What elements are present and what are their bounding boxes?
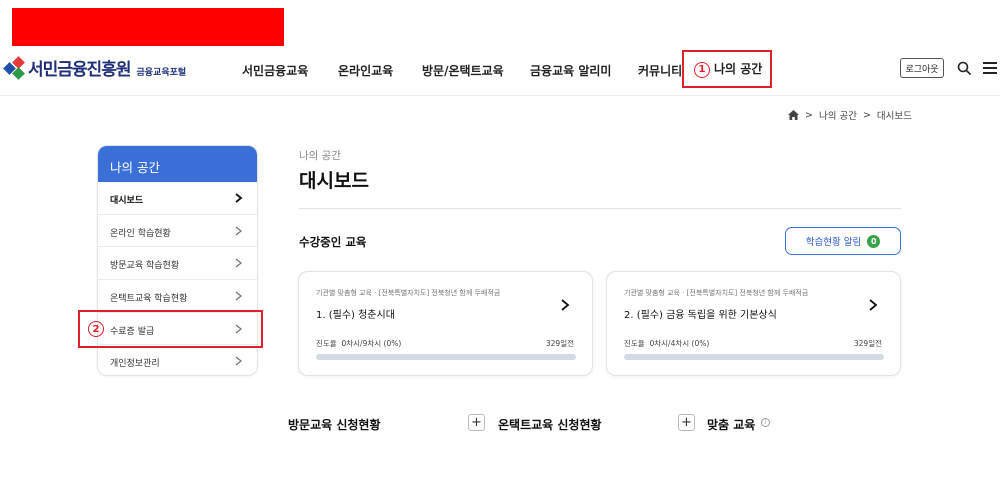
- plus-icon[interactable]: +: [468, 414, 485, 431]
- days-left: 329일전: [545, 339, 574, 348]
- breadcrumb-item-dashboard: 대시보드: [876, 111, 912, 122]
- progress-text: 0차시/4차시 (0%): [649, 339, 710, 348]
- chevron-right-icon: [235, 258, 243, 268]
- nav-item-visit-ontact-education[interactable]: 방문/온택트교육: [422, 62, 504, 79]
- sidebar-item-label: 온택트교육 학습현황: [110, 294, 188, 305]
- site-logo[interactable]: 서민금융진흥원 금융교육포털: [3, 54, 187, 80]
- logout-button[interactable]: 로그아웃: [900, 58, 944, 78]
- sidebar-item-visit-learning[interactable]: 방문교육 학습현황: [98, 247, 257, 281]
- info-icon[interactable]: i: [761, 418, 770, 427]
- progress-label: 진도율 0차시/9차시 (0%): [316, 339, 402, 348]
- hamburger-menu-icon[interactable]: [983, 62, 997, 74]
- sidebar-item-label: 방문교육 학습현황: [110, 261, 180, 272]
- course-card[interactable]: 기관별 맞춤형 교육 · [전북특별자치도] 전북청년 함께 두배적금 1. (…: [298, 271, 593, 376]
- page-subtitle: 나의 공간: [299, 150, 341, 162]
- chevron-right-icon: [235, 226, 243, 236]
- nav-item-education-notice[interactable]: 금융교육 알리미: [530, 62, 611, 79]
- custom-education-title: 맞춤 교육: [707, 418, 756, 432]
- chevron-right-icon[interactable]: [560, 299, 570, 311]
- nav-item-online-education[interactable]: 온라인교육: [338, 62, 393, 79]
- sidebar-item-label: 대시보드: [110, 196, 144, 206]
- course-card[interactable]: 기관별 맞춤형 교육 · [전북특별자치도] 전북청년 함께 두배적금 2. (…: [606, 271, 901, 376]
- chevron-right-icon: [235, 291, 243, 301]
- section-title-current-courses: 수강중인 교육: [299, 235, 367, 249]
- progress-label: 진도율 0차시/4차시 (0%): [624, 339, 710, 348]
- annotation-marker-2: 2: [88, 321, 104, 337]
- logo-mark-icon: [3, 56, 26, 80]
- alert-count-badge: 0: [867, 234, 881, 248]
- search-icon[interactable]: [957, 61, 971, 75]
- ontact-education-status-title: 온택트교육 신청현황: [498, 418, 602, 432]
- course-category: 기관별 맞춤형 교육 · [전북특별자치도] 전북청년 함께 두배적금: [316, 289, 501, 297]
- alert-button-label: 학습현황 알림: [805, 237, 862, 248]
- application-status-row: 방문교육 신청현황 + 온택트교육 신청현황 + 맞춤 교육 i: [288, 412, 888, 434]
- breadcrumb-separator-icon: >: [805, 109, 813, 121]
- sidebar-item-label: 온라인 학습현황: [110, 228, 171, 239]
- breadcrumb-separator-icon: >: [862, 109, 871, 121]
- sidebar-item-dashboard[interactable]: 대시보드: [98, 182, 257, 215]
- logo-subtitle: 금융교육포털: [136, 68, 187, 78]
- progress-bar: [316, 354, 576, 360]
- breadcrumb-item-my-space[interactable]: 나의 공간: [819, 108, 857, 122]
- logo-name: 서민금융진흥원: [28, 60, 131, 80]
- home-icon[interactable]: [788, 110, 799, 120]
- site-header: 서민금융진흥원 금융교육포털 서민금융교육 온라인교육 방문/온택트교육 금융교…: [0, 46, 1000, 96]
- course-name: 1. (필수) 청춘시대: [316, 310, 395, 321]
- learning-status-alert-button[interactable]: 학습현황 알림 0: [785, 227, 901, 255]
- chevron-right-icon[interactable]: [868, 299, 878, 311]
- course-category: 기관별 맞춤형 교육 · [전북특별자치도] 전북청년 함께 두배적금: [624, 289, 809, 297]
- nav-item-community[interactable]: 커뮤니티: [638, 62, 682, 79]
- plus-icon[interactable]: +: [678, 414, 695, 431]
- breadcrumb: > 나의 공간 > 대시보드: [788, 108, 912, 122]
- sidebar-item-ontact-learning[interactable]: 온택트교육 학습현황: [98, 280, 257, 313]
- sidebar-item-online-learning[interactable]: 온라인 학습현황: [98, 215, 257, 248]
- course-name: 2. (필수) 금융 독립을 위한 기본상식: [624, 310, 777, 321]
- sidebar-item-personal-info[interactable]: 개인정보관리: [98, 345, 257, 375]
- highlight-box-my-space: [682, 50, 772, 88]
- chevron-right-icon: [235, 193, 243, 203]
- sidebar-title: 나의 공간: [98, 146, 257, 182]
- title-divider: [299, 208, 901, 209]
- progress-text: 0차시/9차시 (0%): [341, 339, 402, 348]
- sidebar-item-label: 개인정보관리: [110, 359, 160, 370]
- chevron-right-icon: [235, 356, 243, 366]
- page-title: 대시보드: [299, 170, 369, 192]
- progress-bar: [624, 354, 884, 360]
- days-left: 329일전: [853, 339, 882, 348]
- nav-item-finance-education[interactable]: 서민금융교육: [242, 62, 308, 79]
- visit-education-status-title: 방문교육 신청현황: [288, 418, 381, 432]
- highlight-box-certificate: [78, 310, 263, 348]
- redacted-area: [12, 8, 284, 46]
